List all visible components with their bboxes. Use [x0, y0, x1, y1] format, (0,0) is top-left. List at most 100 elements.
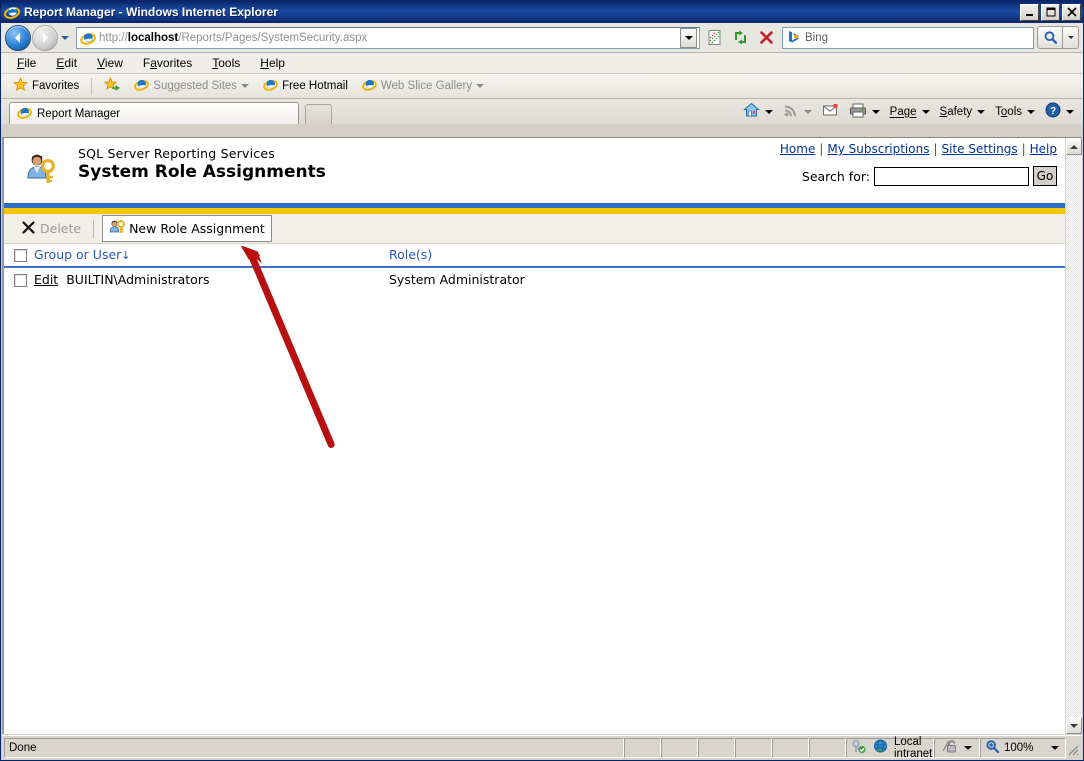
table-header-row: Group or User↓ Role(s)	[4, 244, 1065, 267]
nav-separator: |	[1022, 142, 1026, 156]
zoom-icon	[985, 739, 1000, 757]
menu-help[interactable]: Help	[250, 54, 295, 72]
nav-link-home[interactable]: Home	[780, 142, 815, 156]
read-mail-button[interactable]	[817, 101, 844, 122]
favorites-item-label: Web Slice Gallery	[381, 80, 472, 92]
menu-view[interactable]: View	[87, 54, 133, 72]
favorites-label: Favorites	[32, 80, 79, 92]
chevron-down-icon[interactable]	[872, 110, 880, 114]
url-bar[interactable]: http://localhost/Reports/Pages/SystemSec…	[76, 27, 700, 49]
home-icon	[743, 102, 760, 121]
stop-button[interactable]	[755, 26, 778, 49]
zoom-level-label: 100%	[1004, 742, 1033, 754]
chevron-down-icon[interactable]	[922, 110, 930, 114]
tab-report-manager[interactable]: Report Manager	[9, 102, 299, 124]
add-to-favorites-bar-button[interactable]	[98, 75, 126, 97]
menu-bar: FFileile Edit View Favorites Tools Help	[1, 53, 1083, 74]
table-row: Edit BUILTIN\Administrators System Admini…	[4, 267, 1065, 291]
safety-menu-button[interactable]: Safety	[935, 104, 991, 120]
refresh-button[interactable]	[729, 26, 752, 49]
page-viewport: SQL Server Reporting Services System Rol…	[2, 137, 1082, 734]
chevron-down-icon[interactable]	[1027, 110, 1035, 114]
maximize-button[interactable]	[1041, 4, 1060, 21]
page-menu-button[interactable]: Page	[885, 104, 935, 120]
report-manager-header: SQL Server Reporting Services System Rol…	[4, 138, 1065, 193]
menu-favorites[interactable]: Favorites	[133, 54, 202, 72]
bing-icon	[786, 29, 801, 47]
nav-link-help[interactable]: Help	[1030, 142, 1057, 156]
report-manager-page: SQL Server Reporting Services System Rol…	[2, 138, 1065, 734]
url-dropdown-button[interactable]	[680, 28, 697, 48]
minimize-button[interactable]	[1020, 4, 1039, 21]
favorites-button[interactable]: Favorites	[7, 75, 85, 97]
favorites-item-free-hotmail[interactable]: Free Hotmail	[257, 75, 354, 97]
row-group-or-user-cell: Edit BUILTIN\Administrators	[34, 267, 389, 291]
new-role-assignment-button[interactable]: New Role Assignment	[102, 215, 272, 242]
home-button[interactable]	[738, 100, 778, 123]
favorites-item-label: Suggested Sites	[153, 80, 237, 92]
column-label: Role(s)	[389, 247, 432, 262]
search-input[interactable]	[874, 167, 1029, 186]
nav-link-site-settings[interactable]: Site Settings	[942, 142, 1018, 156]
print-button[interactable]	[844, 101, 885, 123]
page-vertical-scrollbar[interactable]	[1065, 138, 1082, 734]
content-toolbar: Delete New Role Assignmen	[4, 214, 1065, 244]
protected-mode-indicator[interactable]	[934, 738, 980, 758]
close-button[interactable]	[1062, 4, 1081, 21]
chevron-down-icon[interactable]	[977, 110, 985, 114]
column-header-group-or-user[interactable]: Group or User↓	[34, 244, 389, 267]
search-provider-label: Bing	[805, 32, 828, 44]
favorites-item-web-slice-gallery[interactable]: Web Slice Gallery	[356, 75, 490, 97]
chevron-down-icon[interactable]	[1066, 110, 1074, 114]
report-manager-titles: SQL Server Reporting Services System Rol…	[78, 146, 326, 182]
group-or-user-value: BUILTIN\Administrators	[66, 272, 209, 287]
chevron-down-icon[interactable]	[804, 110, 812, 114]
chevron-down-icon[interactable]	[765, 110, 773, 114]
menu-tools[interactable]: Tools	[202, 54, 250, 72]
delete-label: Delete	[40, 221, 81, 236]
help-menu-button[interactable]: ?	[1040, 100, 1079, 123]
tab-bar: Report Manager	[1, 99, 1083, 124]
forward-button[interactable]	[32, 25, 58, 51]
zone-label: Local intranet	[894, 736, 933, 760]
row-roles-cell: System Administrator	[389, 267, 1065, 291]
chevron-down-icon[interactable]	[476, 84, 484, 88]
internet-explorer-icon	[134, 77, 149, 95]
zoom-control[interactable]: 100%	[980, 738, 1066, 758]
compatibility-view-button[interactable]	[703, 26, 726, 49]
favorites-bar: Favorites Suggested Sites	[1, 74, 1083, 99]
search-go-button[interactable]	[1037, 26, 1063, 49]
security-zone[interactable]: Local intranet	[846, 738, 934, 758]
new-tab-button[interactable]	[305, 104, 332, 124]
tools-menu-button[interactable]: Tools	[990, 104, 1040, 120]
back-button[interactable]	[5, 25, 31, 51]
menu-file[interactable]: FFileile	[7, 54, 46, 72]
nav-separator: |	[819, 142, 823, 156]
chevron-down-icon[interactable]	[241, 84, 249, 88]
delete-button[interactable]: Delete	[16, 219, 87, 239]
window-title: Report Manager - Windows Internet Explor…	[24, 5, 1020, 19]
favorites-item-suggested-sites[interactable]: Suggested Sites	[128, 75, 255, 97]
search-go-button[interactable]: Go	[1033, 166, 1057, 186]
select-all-header	[4, 244, 34, 267]
select-all-checkbox[interactable]	[14, 249, 27, 262]
delete-x-icon	[22, 221, 35, 237]
scroll-down-button[interactable]	[1066, 717, 1082, 734]
row-checkbox[interactable]	[14, 274, 27, 287]
feeds-button[interactable]	[778, 101, 817, 123]
chevron-down-icon[interactable]	[1051, 746, 1059, 750]
menu-edit[interactable]: Edit	[46, 54, 87, 72]
page-favicon-icon	[80, 30, 96, 46]
resize-grip[interactable]	[1066, 738, 1080, 758]
mail-icon	[822, 103, 839, 120]
scroll-up-button[interactable]	[1066, 138, 1082, 155]
nav-link-my-subscriptions[interactable]: My Subscriptions	[827, 142, 929, 156]
recent-pages-dropdown[interactable]	[58, 26, 72, 50]
edit-link[interactable]: Edit	[34, 272, 58, 287]
system-security-icon	[22, 150, 66, 193]
search-options-dropdown[interactable]	[1063, 26, 1079, 49]
chevron-down-icon[interactable]	[964, 746, 972, 750]
roles-value: System Administrator	[389, 272, 525, 287]
column-header-roles[interactable]: Role(s)	[389, 244, 1065, 267]
search-provider-box[interactable]: Bing	[782, 27, 1034, 49]
